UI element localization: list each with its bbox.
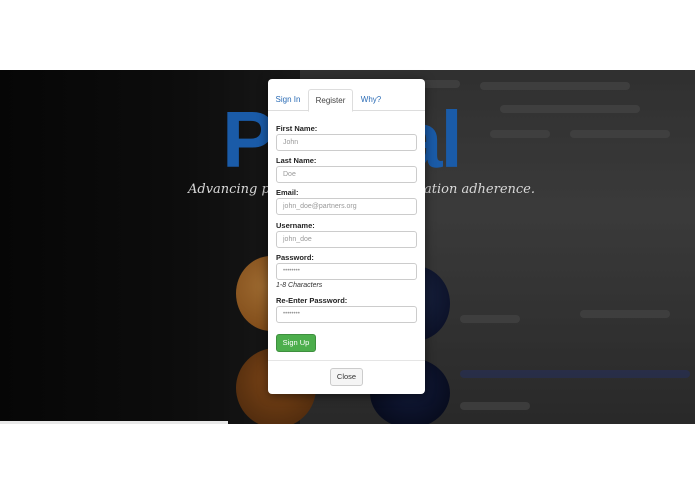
re-password-label: Re-Enter Password: bbox=[276, 296, 348, 305]
last-name-label: Last Name: bbox=[276, 156, 317, 165]
tab-why[interactable]: Why? bbox=[357, 89, 385, 111]
re-password-field[interactable]: •••••••• bbox=[276, 306, 417, 323]
username-field[interactable]: john_doe bbox=[276, 231, 417, 248]
tab-sign-in[interactable]: Sign In bbox=[272, 89, 304, 111]
email-label: Email: bbox=[276, 188, 299, 197]
password-hint: 1-8 Characters bbox=[276, 282, 323, 289]
password-field[interactable]: •••••••• bbox=[276, 263, 417, 280]
username-label: Username: bbox=[276, 221, 315, 230]
sign-up-button[interactable]: Sign Up bbox=[276, 334, 316, 352]
password-label: Password: bbox=[276, 253, 314, 262]
last-name-field[interactable]: Doe bbox=[276, 166, 417, 183]
register-modal: Sign In Register Why? First Name: John L… bbox=[268, 79, 425, 394]
tagline-right: ation adherence. bbox=[424, 182, 535, 197]
modal-footer-divider bbox=[268, 360, 425, 361]
first-name-field[interactable]: John bbox=[276, 134, 417, 151]
bottom-strip bbox=[0, 421, 228, 424]
modal-tabs: Sign In Register Why? bbox=[268, 89, 425, 112]
first-name-label: First Name: bbox=[276, 124, 318, 133]
email-field[interactable]: john_doe@partners.org bbox=[276, 198, 417, 215]
tab-register[interactable]: Register bbox=[308, 89, 353, 112]
close-button[interactable]: Close bbox=[330, 368, 363, 386]
